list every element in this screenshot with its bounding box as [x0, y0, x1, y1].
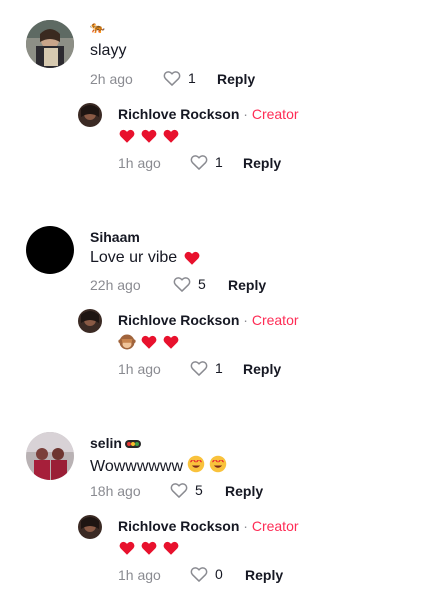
creator-avatar[interactable] [78, 515, 102, 539]
reply-author: Richlove Rockson · Creator [118, 518, 299, 534]
reply-time: 1h ago [118, 155, 161, 171]
creator-avatar[interactable] [78, 103, 102, 127]
reply-username[interactable]: Richlove Rockson [118, 518, 239, 534]
reply-button[interactable]: Reply [225, 483, 263, 499]
reply-button[interactable]: Reply [217, 71, 255, 87]
red-heart-icon [118, 539, 136, 557]
comment-text: Wowwwwww [90, 457, 184, 475]
heart-outline-icon[interactable] [162, 68, 182, 88]
avatar[interactable] [26, 226, 74, 274]
like-button[interactable]: 5 [172, 274, 206, 294]
comment-username[interactable]: selin [90, 435, 122, 451]
separator: · [239, 312, 252, 328]
traffic-light-icon [124, 435, 141, 451]
creator-badge: Creator [251, 106, 299, 122]
reply-emojis [118, 333, 180, 356]
avatar[interactable] [26, 432, 74, 480]
like-count: 1 [215, 360, 223, 376]
reply-button[interactable]: Reply [243, 155, 281, 171]
see-no-evil-monkey-icon [118, 333, 136, 356]
heart-eyes-emoji-icon [187, 455, 205, 478]
reply-emojis [118, 127, 180, 145]
red-heart-icon [162, 333, 180, 356]
comment-time: 22h ago [90, 277, 141, 293]
like-button[interactable]: 1 [189, 358, 223, 378]
red-heart-icon [183, 249, 201, 267]
avatar[interactable] [26, 20, 74, 68]
red-heart-icon [118, 127, 136, 145]
red-heart-icon [140, 539, 158, 557]
avatar-image [26, 20, 74, 68]
reply-author: Richlove Rockson · Creator [118, 312, 299, 328]
heart-outline-icon[interactable] [169, 480, 189, 500]
reply-button[interactable]: Reply [245, 567, 283, 583]
reply-author: Richlove Rockson · Creator [118, 106, 299, 122]
creator-badge: Creator [251, 518, 299, 534]
avatar-image [78, 515, 102, 539]
like-button[interactable]: 1 [189, 152, 223, 172]
red-heart-icon [140, 127, 158, 145]
creator-avatar[interactable] [78, 309, 102, 333]
comment-text: slayy [90, 42, 127, 59]
like-count: 5 [195, 482, 203, 498]
like-count: 0 [215, 566, 223, 582]
reply-username[interactable]: Richlove Rockson [118, 312, 239, 328]
like-count: 1 [215, 154, 223, 170]
comment-author: selin [90, 435, 141, 451]
comment-username[interactable]: Sihaam [90, 229, 140, 245]
comment-text-row: Love ur vibe [90, 249, 201, 267]
like-button[interactable]: 1 [162, 68, 196, 88]
like-count: 1 [188, 70, 196, 86]
heart-outline-icon[interactable] [172, 274, 192, 294]
avatar-image [78, 309, 102, 333]
red-heart-icon [162, 539, 180, 557]
red-heart-icon [140, 333, 158, 356]
creator-badge: Creator [251, 312, 299, 328]
user-flag: 🐅 [90, 20, 105, 34]
reply-button[interactable]: Reply [228, 277, 266, 293]
avatar-image [26, 432, 74, 480]
comment-time: 18h ago [90, 483, 141, 499]
comment-text-row: Wowwwwww [90, 455, 227, 478]
heart-outline-icon[interactable] [189, 152, 209, 172]
reply-time: 1h ago [118, 361, 161, 377]
heart-eyes-emoji-icon [209, 455, 227, 478]
separator: · [239, 106, 252, 122]
heart-outline-icon[interactable] [189, 358, 209, 378]
like-button[interactable]: 0 [189, 564, 223, 584]
separator: · [239, 518, 252, 534]
like-button[interactable]: 5 [169, 480, 203, 500]
comment-time: 2h ago [90, 71, 133, 87]
red-heart-icon [162, 127, 180, 145]
heart-outline-icon[interactable] [189, 564, 209, 584]
reply-time: 1h ago [118, 567, 161, 583]
reply-button[interactable]: Reply [243, 361, 281, 377]
comment-text: Love ur vibe [90, 249, 178, 266]
reply-emojis [118, 539, 180, 557]
reply-username[interactable]: Richlove Rockson [118, 106, 239, 122]
like-count: 5 [198, 276, 206, 292]
avatar-image [78, 103, 102, 127]
